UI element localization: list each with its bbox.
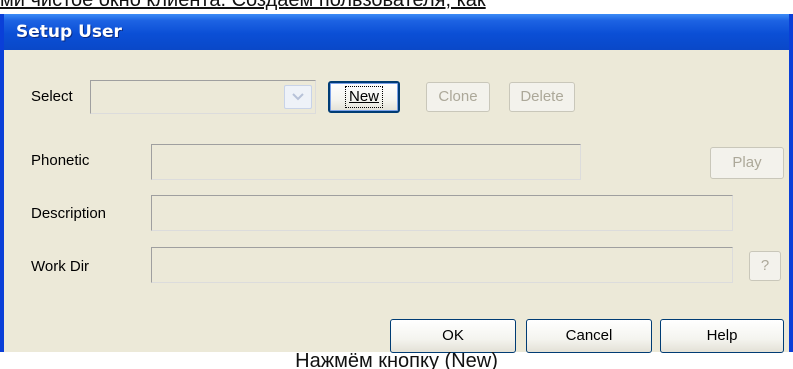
help-button[interactable]: Help bbox=[660, 319, 784, 353]
ok-button[interactable]: OK bbox=[390, 319, 516, 353]
workdir-field[interactable] bbox=[151, 247, 733, 283]
browse-button[interactable]: ? bbox=[749, 251, 781, 281]
description-field[interactable] bbox=[151, 195, 733, 231]
dialog-title: Setup User bbox=[16, 22, 122, 42]
phonetic-label: Phonetic bbox=[31, 152, 90, 169]
cancel-button[interactable]: Cancel bbox=[526, 319, 652, 353]
chevron-down-icon[interactable] bbox=[284, 85, 312, 109]
delete-button[interactable]: Delete bbox=[509, 82, 575, 112]
caption-bottom: Нажмём кнопку (New) bbox=[295, 350, 498, 369]
new-button[interactable]: New bbox=[328, 81, 400, 113]
description-label: Description bbox=[31, 205, 107, 222]
new-button-label: New bbox=[344, 86, 383, 108]
user-select-combobox[interactable] bbox=[90, 80, 316, 114]
select-label: Select bbox=[31, 88, 73, 105]
clone-button[interactable]: Clone bbox=[426, 82, 490, 112]
phonetic-field[interactable] bbox=[151, 144, 581, 180]
caption-top: ми чистое окно клиента. Создаем пользова… bbox=[0, 0, 486, 11]
workdir-label: Work Dir bbox=[31, 258, 90, 275]
play-button[interactable]: Play bbox=[710, 147, 784, 179]
setup-user-dialog: Setup User Select New Clone Delete Phone… bbox=[0, 14, 793, 353]
dialog-title-bar[interactable]: Setup User bbox=[4, 14, 789, 50]
